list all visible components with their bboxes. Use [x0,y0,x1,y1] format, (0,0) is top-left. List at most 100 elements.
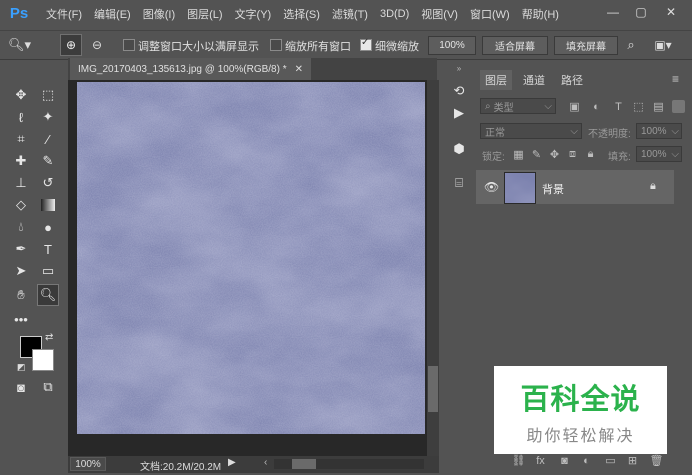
zoom-all-label: 缩放所有窗口 [285,41,351,53]
layer-row[interactable]: 👁︎ 背景 🔒︎ [476,170,674,204]
new-layer-icon[interactable]: ⊞ [626,454,639,467]
swap-colors-icon[interactable]: ⇄ [45,332,53,343]
collapsed-panel-dock: » ⟲ ▶ ⬢ ⌸ [445,65,473,206]
lock-transparent-icon[interactable]: ▦ [512,148,525,161]
lock-image-icon[interactable]: ✎ [530,148,543,161]
zoom-all-checkbox[interactable] [270,39,282,51]
vertical-scrollbar[interactable] [427,80,439,456]
search-icon[interactable]: ⌕ [622,35,640,55]
dodge-tool-icon[interactable]: ● [37,216,59,238]
crop-tool-icon[interactable]: ⌗ [10,128,32,150]
lasso-tool-icon[interactable]: ℓ [10,106,32,128]
workspace-icon[interactable]: ▣▾ [650,36,676,54]
menu-select[interactable]: 选择(S) [283,6,320,22]
vertical-scroll-thumb[interactable] [428,366,438,412]
fit-screen-button[interactable]: 适合屏幕 [482,36,548,55]
properties-panel-icon[interactable]: ⌸ [448,172,470,194]
new-group-icon[interactable]: ▭ [604,454,617,467]
menu-3d[interactable]: 3D(D) [380,8,409,20]
history-brush-tool-icon[interactable]: ↺ [37,172,59,194]
brush-tool-icon[interactable]: ✎ [37,150,59,172]
menu-filter[interactable]: 滤镜(T) [332,6,368,22]
add-mask-icon[interactable]: ◙ [558,454,571,467]
rectangle-tool-icon[interactable]: ▭ [37,260,59,282]
gradient-tool-icon[interactable] [37,194,59,216]
zoom-tool-preset-icon[interactable]: 🔍︎▾ [8,35,44,55]
lock-all-icon[interactable]: 🔒︎ [584,148,597,161]
menu-file[interactable]: 文件(F) [46,6,82,22]
path-selection-tool-icon[interactable]: ➤ [10,260,32,282]
filter-type-icon[interactable]: T [612,100,625,113]
zoom-in-icon[interactable]: ⊕ [60,34,82,56]
status-zoom-field[interactable]: 100% [70,457,106,471]
delete-layer-icon[interactable]: 🗑︎ [650,454,664,467]
menu-layer[interactable]: 图层(L) [187,6,222,22]
status-menu-arrow-icon[interactable]: ▶ [228,457,236,468]
link-layers-icon[interactable]: ⛓ [512,454,526,467]
eraser-tool-icon[interactable]: ◇ [10,194,32,216]
pen-tool-icon[interactable]: ✒ [10,238,32,260]
filter-adjustment-icon[interactable]: ◐ [590,100,603,113]
fill-field[interactable]: 100% ⌵ [636,146,682,162]
zoom-tool-icon[interactable]: 🔍︎ [37,284,59,306]
menu-edit[interactable]: 编辑(E) [94,6,131,22]
layer-kind-filter[interactable]: ⌕ 类型 ⌵ [480,98,556,114]
filter-smart-object-icon[interactable]: ▤ [652,100,665,113]
3d-panel-icon[interactable]: ⬢ [448,138,470,160]
marquee-tool-icon[interactable]: ⬚ [37,84,59,106]
image-canvas[interactable] [77,82,425,434]
menu-bar: Ps 文件(F) 编辑(E) 图像(I) 图层(L) 文字(Y) 选择(S) 滤… [0,0,692,27]
visibility-eye-icon[interactable]: 👁︎ [484,180,499,194]
edit-toolbar-icon[interactable]: ••• [10,308,32,330]
zoom-value-field[interactable]: 100% [428,36,476,55]
menu-help[interactable]: 帮助(H) [522,6,559,22]
horizontal-scroll-thumb[interactable] [292,459,316,469]
scroll-left-icon[interactable]: ‹ [264,457,267,468]
resize-windows-checkbox[interactable] [123,39,135,51]
menu-view[interactable]: 视图(V) [421,6,458,22]
opacity-field[interactable]: 100% ⌵ [636,123,682,139]
eyedropper-tool-icon[interactable]: ⁄ [37,128,59,150]
blend-mode-select[interactable]: 正常 ⌵ [480,123,582,139]
layer-style-icon[interactable]: fx [534,454,547,467]
magic-wand-tool-icon[interactable]: ✦ [37,106,59,128]
close-icon[interactable]: ✕ [662,3,680,21]
fill-screen-button[interactable]: 填充屏幕 [554,36,618,55]
minimize-icon[interactable]: — [604,3,622,21]
fill-label: 填充: [608,152,631,163]
scrubby-zoom-checkbox[interactable] [360,37,372,51]
maximize-icon[interactable]: ▢ [632,3,650,21]
blur-tool-icon[interactable]: 💧︎ [10,216,32,238]
screen-mode-icon[interactable]: ⧉ [37,376,59,398]
filter-shape-icon[interactable]: ⬚ [632,100,645,113]
filter-pixel-icon[interactable]: ▣ [568,100,581,113]
tab-paths[interactable]: 路径 [556,70,588,90]
close-tab-icon[interactable]: ✕ [295,64,303,75]
lock-position-icon[interactable]: ✥ [548,148,561,161]
adjustment-layer-icon[interactable]: ◐ [580,454,593,467]
healing-brush-tool-icon[interactable]: ✚ [10,150,32,172]
type-tool-icon[interactable]: T [37,238,59,260]
document-tab[interactable]: IMG_20170403_135613.jpg @ 100%(RGB/8) * … [70,58,312,80]
menu-window[interactable]: 窗口(W) [470,6,510,22]
tab-layers[interactable]: 图层 [480,70,512,90]
tab-channels[interactable]: 通道 [518,70,550,90]
dock-collapse-icon[interactable]: » [449,65,469,73]
horizontal-scrollbar[interactable] [274,459,424,469]
toolbox: ✥ ⬚ ℓ ✦ ⌗ ⁄ ✚ ✎ ⊥ ↺ ◇ 💧︎ ● ✒ T ➤ ▭ ✋︎ 🔍︎… [2,60,64,400]
actions-panel-icon[interactable]: ▶ [448,102,470,124]
menu-type[interactable]: 文字(Y) [235,6,272,22]
menu-image[interactable]: 图像(I) [143,6,175,22]
quick-mask-icon[interactable]: ◙ [10,376,32,398]
zoom-out-icon[interactable]: ⊖ [86,34,108,56]
clone-stamp-tool-icon[interactable]: ⊥ [10,172,32,194]
panel-menu-icon[interactable]: ≡ [672,72,679,86]
default-colors-icon[interactable]: ◩ [17,362,26,373]
move-tool-icon[interactable]: ✥ [10,84,32,106]
hand-tool-icon[interactable]: ✋︎ [10,284,32,306]
lock-artboard-icon[interactable]: ⧈ [566,148,579,161]
background-color-swatch[interactable] [32,349,54,371]
filter-toggle-icon[interactable] [672,100,685,113]
chevron-down-icon: ⌵ [671,148,679,160]
history-panel-icon[interactable]: ⟲ [448,80,470,102]
